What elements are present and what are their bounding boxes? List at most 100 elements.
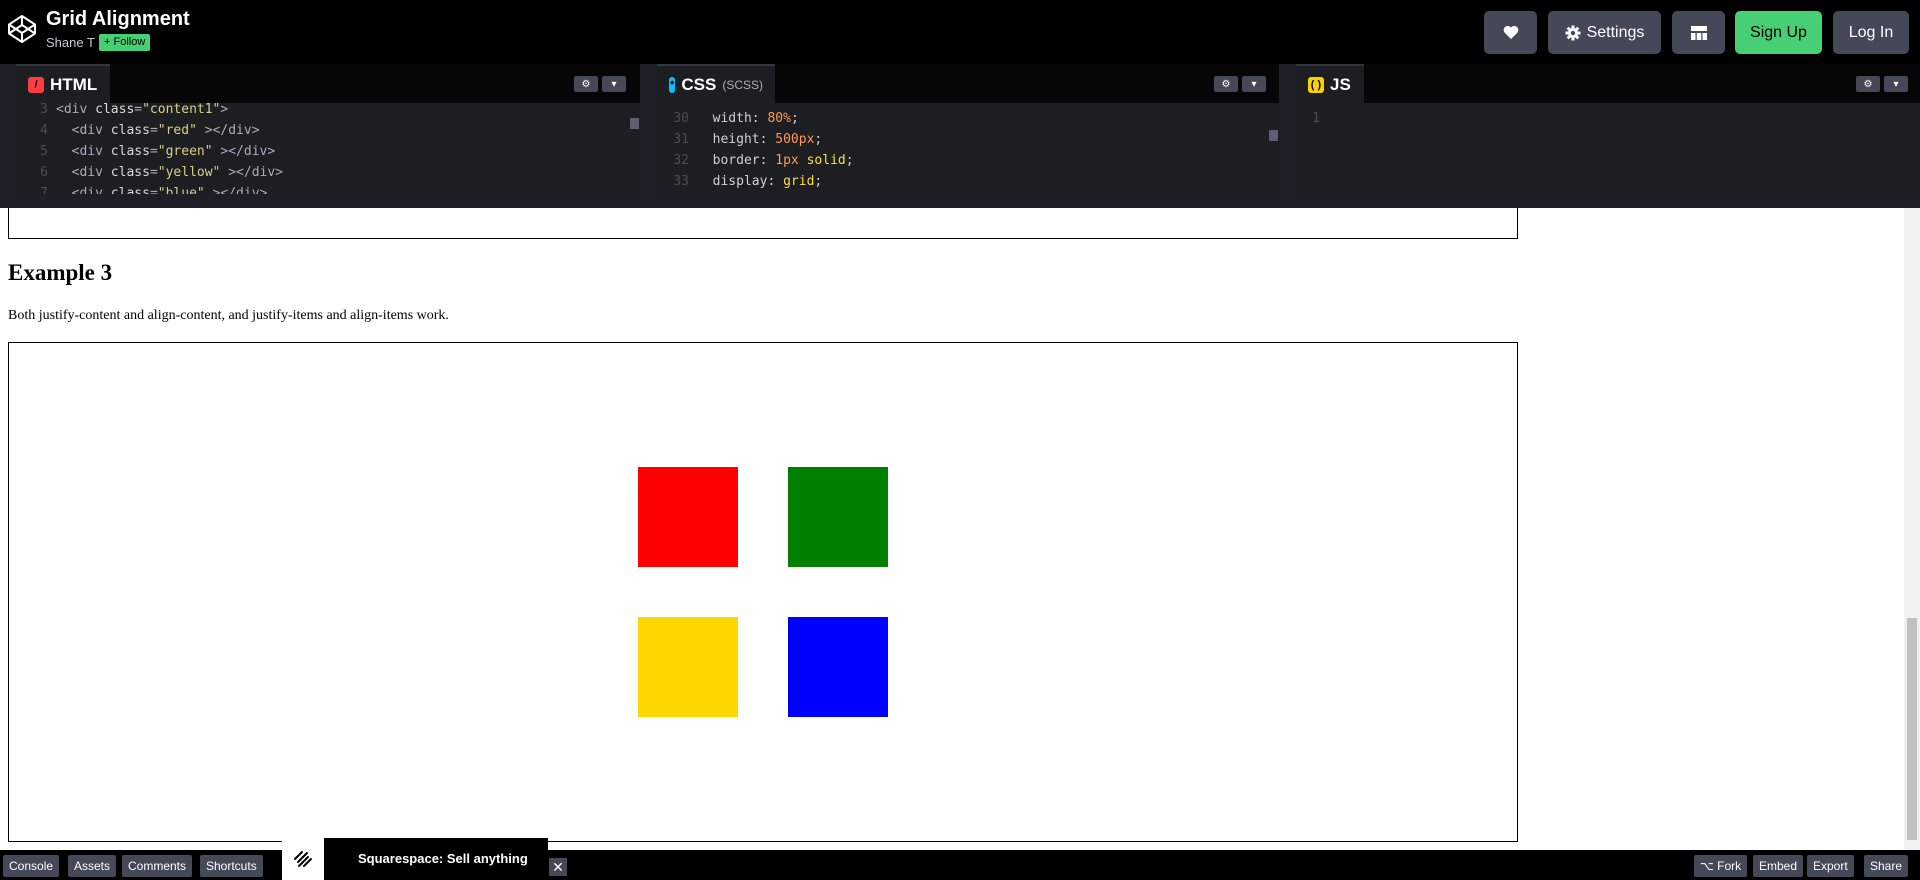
red-square [638, 467, 738, 567]
code-token: "red" [157, 123, 197, 138]
code-line[interactable]: 32 border: 1px solid; [657, 150, 1279, 171]
change-view-button[interactable] [1672, 11, 1725, 54]
previous-example-box [8, 208, 1518, 239]
html-collapse-chevron-down-icon[interactable]: ▾ [602, 76, 626, 92]
settings-label: Settings [1586, 23, 1645, 41]
tab-css-preprocessor: (SCSS) [722, 77, 763, 92]
preview-vertical-scrollbar[interactable] [1904, 208, 1920, 850]
code-line[interactable]: 7 <div class="blue" ></div> [16, 183, 640, 194]
code-token: : [767, 174, 784, 189]
code-token: "yellow" [157, 165, 221, 180]
top-header: Grid Alignment Shane T + Follow Settings… [0, 0, 1920, 64]
html-scrollbar[interactable] [630, 118, 639, 129]
code-line[interactable]: 4 <div class="red" ></div> [16, 120, 640, 141]
html-code-area[interactable]: 3 <div class="content1"> 4 <div class="red… [16, 99, 640, 194]
settings-button[interactable]: Settings [1548, 11, 1661, 54]
pane-resizer-2[interactable] [1279, 64, 1295, 194]
line-number: 32 [673, 153, 689, 168]
line-number: 31 [673, 132, 689, 147]
code-line[interactable]: 30 width: 80%; [657, 108, 1279, 129]
embed-button[interactable]: Embed [1753, 855, 1804, 877]
js-collapse-chevron-down-icon[interactable]: ▾ [1884, 76, 1908, 92]
css-settings-gear-icon[interactable]: ⚙ [1214, 76, 1238, 92]
tab-css[interactable]: * CSS (SCSS) [657, 64, 775, 103]
like-button[interactable] [1484, 11, 1537, 54]
comments-button[interactable]: Comments [122, 855, 193, 877]
code-token: solid [806, 153, 846, 168]
console-button[interactable]: Console [3, 855, 60, 877]
js-code-area[interactable]: 1 [1296, 108, 1920, 129]
shortcuts-button[interactable]: Shortcuts [200, 855, 263, 877]
code-token: class [110, 165, 150, 180]
ad-close-icon[interactable]: ✕ [549, 858, 567, 876]
ad-text[interactable]: Squarespace: Sell anything [358, 851, 528, 866]
tab-css-label: CSS [681, 74, 717, 94]
css-editor-pane: * CSS (SCSS) ⚙ ▾ 30 width: 80%; 31 height… [657, 64, 1279, 194]
code-line[interactable]: 6 <div class="yellow" ></div> [16, 162, 640, 183]
js-settings-gear-icon[interactable]: ⚙ [1856, 76, 1880, 92]
css-pane-tools: ⚙ ▾ [1214, 76, 1266, 92]
code-token: = [134, 102, 143, 117]
code-token: "content1" [142, 102, 221, 117]
scrollbar-thumb[interactable] [1907, 618, 1917, 840]
code-token: ></div> [220, 165, 284, 180]
html-pane-tools: ⚙ ▾ [574, 76, 626, 92]
export-button[interactable]: Export [1807, 855, 1854, 877]
squarespace-logo-icon [282, 838, 324, 880]
pane-resizer-1[interactable] [640, 64, 656, 194]
assets-button[interactable]: Assets [68, 855, 117, 877]
code-token: : [751, 111, 768, 126]
css-collapse-chevron-down-icon[interactable]: ▾ [1242, 76, 1266, 92]
line-number: 1 [1312, 111, 1320, 126]
code-token: <div [71, 165, 111, 180]
share-button[interactable]: Share [1864, 855, 1909, 877]
code-token: grid [783, 174, 815, 189]
fork-button[interactable]: ⌥ Fork [1694, 855, 1748, 877]
code-token: ; [845, 153, 854, 168]
code-token: : [759, 132, 776, 147]
log-in-button[interactable]: Log In [1833, 11, 1909, 54]
css-code-area[interactable]: 30 width: 80%; 31 height: 500px; 32 border… [657, 108, 1279, 192]
pen-title: Grid Alignment [46, 8, 190, 30]
code-token: 80% [767, 111, 791, 126]
code-line[interactable]: 31 height: 500px; [657, 129, 1279, 150]
gear-icon [1565, 25, 1581, 40]
sign-up-button[interactable]: Sign Up [1735, 11, 1822, 54]
line-number: 7 [40, 186, 48, 194]
code-token: <div [71, 144, 111, 159]
code-token: ></div> [196, 123, 260, 138]
code-line[interactable]: 3 <div class="content1"> [16, 99, 640, 120]
code-token: > [220, 102, 229, 117]
code-token: border [697, 153, 760, 168]
html-settings-gear-icon[interactable]: ⚙ [574, 76, 598, 92]
code-token: class [110, 144, 150, 159]
tab-js[interactable]: ( ) JS [1296, 64, 1364, 103]
code-token: <div [56, 102, 96, 117]
preview-resize-bar[interactable] [0, 194, 1920, 208]
code-token: "green" [157, 144, 213, 159]
code-token: ; [814, 174, 823, 189]
html-slash-icon: / [28, 76, 44, 93]
code-token: 500px [775, 132, 815, 147]
tab-html-label: HTML [50, 74, 98, 94]
blue-square [788, 617, 888, 717]
code-line[interactable]: 1 [1296, 108, 1920, 129]
yellow-square [638, 617, 738, 717]
heart-icon [1503, 25, 1518, 39]
css-scrollbar[interactable] [1269, 130, 1278, 141]
code-line[interactable]: 33 display: grid; [657, 171, 1279, 192]
follow-button[interactable]: + Follow [99, 34, 151, 51]
codepen-logo-icon[interactable] [7, 14, 37, 44]
code-token: <div [71, 123, 111, 138]
code-line[interactable]: 5 <div class="green" ></div> [16, 141, 640, 162]
code-token: display [697, 174, 768, 189]
code-token: width [697, 111, 752, 126]
tab-html[interactable]: / HTML [16, 64, 110, 103]
html-pane-header: / HTML ⚙ ▾ [16, 64, 640, 103]
line-number: 30 [673, 111, 689, 126]
css-asterisk-icon: * [669, 76, 676, 93]
author-link[interactable]: Shane T [46, 35, 95, 50]
